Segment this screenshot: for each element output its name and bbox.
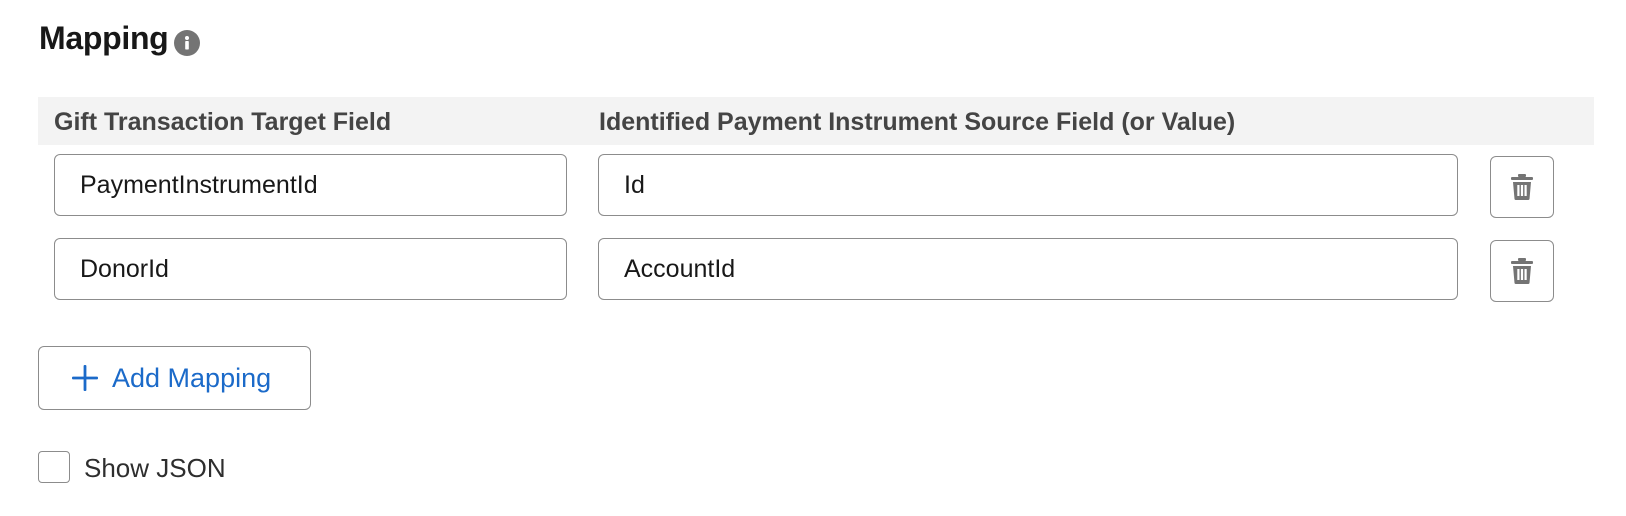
column-header-target: Gift Transaction Target Field bbox=[54, 108, 392, 136]
table-row: PaymentInstrumentId Id bbox=[0, 154, 1626, 218]
trash-icon bbox=[1511, 258, 1533, 284]
column-header-source: Identified Payment Instrument Source Fie… bbox=[599, 108, 1236, 136]
trash-icon bbox=[1511, 174, 1533, 200]
info-icon[interactable] bbox=[174, 29, 201, 56]
target-field-input[interactable]: DonorId bbox=[54, 238, 567, 300]
show-json-checkbox[interactable] bbox=[38, 450, 70, 483]
add-mapping-button[interactable]: Add Mapping bbox=[38, 346, 311, 410]
delete-row-button[interactable] bbox=[1490, 240, 1554, 302]
source-field-input[interactable]: Id bbox=[598, 154, 1458, 216]
show-json-toggle[interactable]: Show JSON bbox=[38, 449, 226, 484]
show-json-label: Show JSON bbox=[84, 453, 226, 483]
section-title: Mapping bbox=[39, 20, 169, 56]
source-field-input[interactable]: AccountId bbox=[598, 238, 1458, 300]
table-row: DonorId AccountId bbox=[0, 238, 1626, 302]
mapping-panel: Mapping Gift Transaction Target Field Id… bbox=[0, 0, 1626, 516]
delete-row-button[interactable] bbox=[1490, 156, 1554, 218]
section-header: Mapping bbox=[39, 20, 201, 57]
plus-icon bbox=[72, 365, 98, 391]
table-header: Gift Transaction Target Field Identified… bbox=[38, 97, 1594, 145]
add-mapping-label: Add Mapping bbox=[112, 362, 272, 393]
target-field-input[interactable]: PaymentInstrumentId bbox=[54, 154, 567, 216]
